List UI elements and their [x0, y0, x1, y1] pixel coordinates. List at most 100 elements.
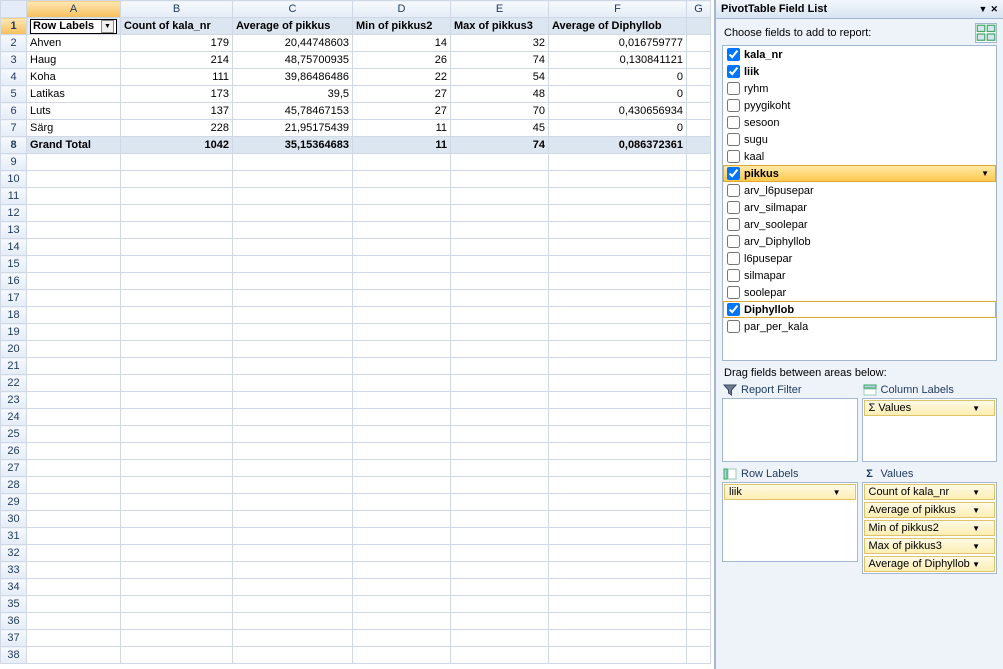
field-checkbox-arv_l6pusepar[interactable] — [727, 184, 740, 197]
cell-E13[interactable] — [451, 222, 549, 239]
field-silmapar[interactable]: silmapar — [723, 267, 996, 284]
cell-E7[interactable]: 45 — [451, 120, 549, 137]
cell-G1[interactable] — [687, 18, 711, 35]
cell-A26[interactable] — [27, 443, 121, 460]
row-header-19[interactable]: 19 — [1, 324, 27, 341]
row-header-27[interactable]: 27 — [1, 460, 27, 477]
cell-A6[interactable]: Luts — [27, 103, 121, 120]
cell-D31[interactable] — [353, 528, 451, 545]
cell-A37[interactable] — [27, 630, 121, 647]
cell-C28[interactable] — [233, 477, 353, 494]
row-header-8[interactable]: 8 — [1, 137, 27, 154]
field-checkbox-l6pusepar[interactable] — [727, 252, 740, 265]
cell-B9[interactable] — [121, 154, 233, 171]
cell-E11[interactable] — [451, 188, 549, 205]
cell-F22[interactable] — [549, 375, 687, 392]
cell-B17[interactable] — [121, 290, 233, 307]
cell-A28[interactable] — [27, 477, 121, 494]
cell-F37[interactable] — [549, 630, 687, 647]
cell-F3[interactable]: 0,130841121 — [549, 52, 687, 69]
row-header-5[interactable]: 5 — [1, 86, 27, 103]
chip-dropdown-icon[interactable]: ▼ — [972, 524, 980, 533]
field-checkbox-kaal[interactable] — [727, 150, 740, 163]
chip-val-2[interactable]: Min of pikkus2 ▼ — [864, 520, 996, 536]
chip-dropdown-icon[interactable]: ▼ — [833, 488, 841, 497]
cell-B6[interactable]: 137 — [121, 103, 233, 120]
cell-B35[interactable] — [121, 596, 233, 613]
cell-D34[interactable] — [353, 579, 451, 596]
cell-F4[interactable]: 0 — [549, 69, 687, 86]
cell-C10[interactable] — [233, 171, 353, 188]
panel-titlebar[interactable]: PivotTable Field List ▼ ✕ — [716, 0, 1003, 19]
cell-D27[interactable] — [353, 460, 451, 477]
cell-F34[interactable] — [549, 579, 687, 596]
cell-D24[interactable] — [353, 409, 451, 426]
cell-E31[interactable] — [451, 528, 549, 545]
cell-B27[interactable] — [121, 460, 233, 477]
cell-E29[interactable] — [451, 494, 549, 511]
column-header-B[interactable]: B — [121, 1, 233, 18]
cell-B28[interactable] — [121, 477, 233, 494]
cell-B32[interactable] — [121, 545, 233, 562]
cell-A13[interactable] — [27, 222, 121, 239]
cell-F21[interactable] — [549, 358, 687, 375]
cell-B34[interactable] — [121, 579, 233, 596]
cell-F6[interactable]: 0,430656934 — [549, 103, 687, 120]
column-header-E[interactable]: E — [451, 1, 549, 18]
cell-F1[interactable]: Average of Diphyllob — [549, 18, 687, 35]
row-header-16[interactable]: 16 — [1, 273, 27, 290]
cell-A8[interactable]: Grand Total — [27, 137, 121, 154]
cell-A23[interactable] — [27, 392, 121, 409]
cell-B2[interactable]: 179 — [121, 35, 233, 52]
cell-F36[interactable] — [549, 613, 687, 630]
cell-D17[interactable] — [353, 290, 451, 307]
cell-B37[interactable] — [121, 630, 233, 647]
cell-C25[interactable] — [233, 426, 353, 443]
cell-G24[interactable] — [687, 409, 711, 426]
cell-G20[interactable] — [687, 341, 711, 358]
chip-val-1[interactable]: Average of pikkus ▼ — [864, 502, 996, 518]
cell-F5[interactable]: 0 — [549, 86, 687, 103]
cell-C17[interactable] — [233, 290, 353, 307]
cell-G18[interactable] — [687, 307, 711, 324]
row-header-32[interactable]: 32 — [1, 545, 27, 562]
cell-D14[interactable] — [353, 239, 451, 256]
cell-F7[interactable]: 0 — [549, 120, 687, 137]
cell-C15[interactable] — [233, 256, 353, 273]
cell-F18[interactable] — [549, 307, 687, 324]
cell-D30[interactable] — [353, 511, 451, 528]
cell-G11[interactable] — [687, 188, 711, 205]
cell-F8[interactable]: 0,086372361 — [549, 137, 687, 154]
cell-C38[interactable] — [233, 647, 353, 664]
cell-B18[interactable] — [121, 307, 233, 324]
field-checkbox-pyygikoht[interactable] — [727, 99, 740, 112]
cell-E36[interactable] — [451, 613, 549, 630]
cell-D33[interactable] — [353, 562, 451, 579]
cell-D21[interactable] — [353, 358, 451, 375]
row-header-35[interactable]: 35 — [1, 596, 27, 613]
cell-A19[interactable] — [27, 324, 121, 341]
cell-C37[interactable] — [233, 630, 353, 647]
field-arv_soolepar[interactable]: arv_soolepar — [723, 216, 996, 233]
select-all-corner[interactable] — [1, 1, 27, 18]
cell-G19[interactable] — [687, 324, 711, 341]
cell-C24[interactable] — [233, 409, 353, 426]
cell-B5[interactable]: 173 — [121, 86, 233, 103]
row-header-18[interactable]: 18 — [1, 307, 27, 324]
cell-C36[interactable] — [233, 613, 353, 630]
cell-G6[interactable] — [687, 103, 711, 120]
field-pikkus[interactable]: pikkus ▼ — [723, 165, 996, 182]
cell-A25[interactable] — [27, 426, 121, 443]
cell-A22[interactable] — [27, 375, 121, 392]
cell-B20[interactable] — [121, 341, 233, 358]
cell-E30[interactable] — [451, 511, 549, 528]
cell-E5[interactable]: 48 — [451, 86, 549, 103]
cell-E38[interactable] — [451, 647, 549, 664]
cell-E14[interactable] — [451, 239, 549, 256]
cell-F30[interactable] — [549, 511, 687, 528]
cell-B31[interactable] — [121, 528, 233, 545]
field-checkbox-sugu[interactable] — [727, 133, 740, 146]
cell-E6[interactable]: 70 — [451, 103, 549, 120]
cell-E8[interactable]: 74 — [451, 137, 549, 154]
cell-G26[interactable] — [687, 443, 711, 460]
